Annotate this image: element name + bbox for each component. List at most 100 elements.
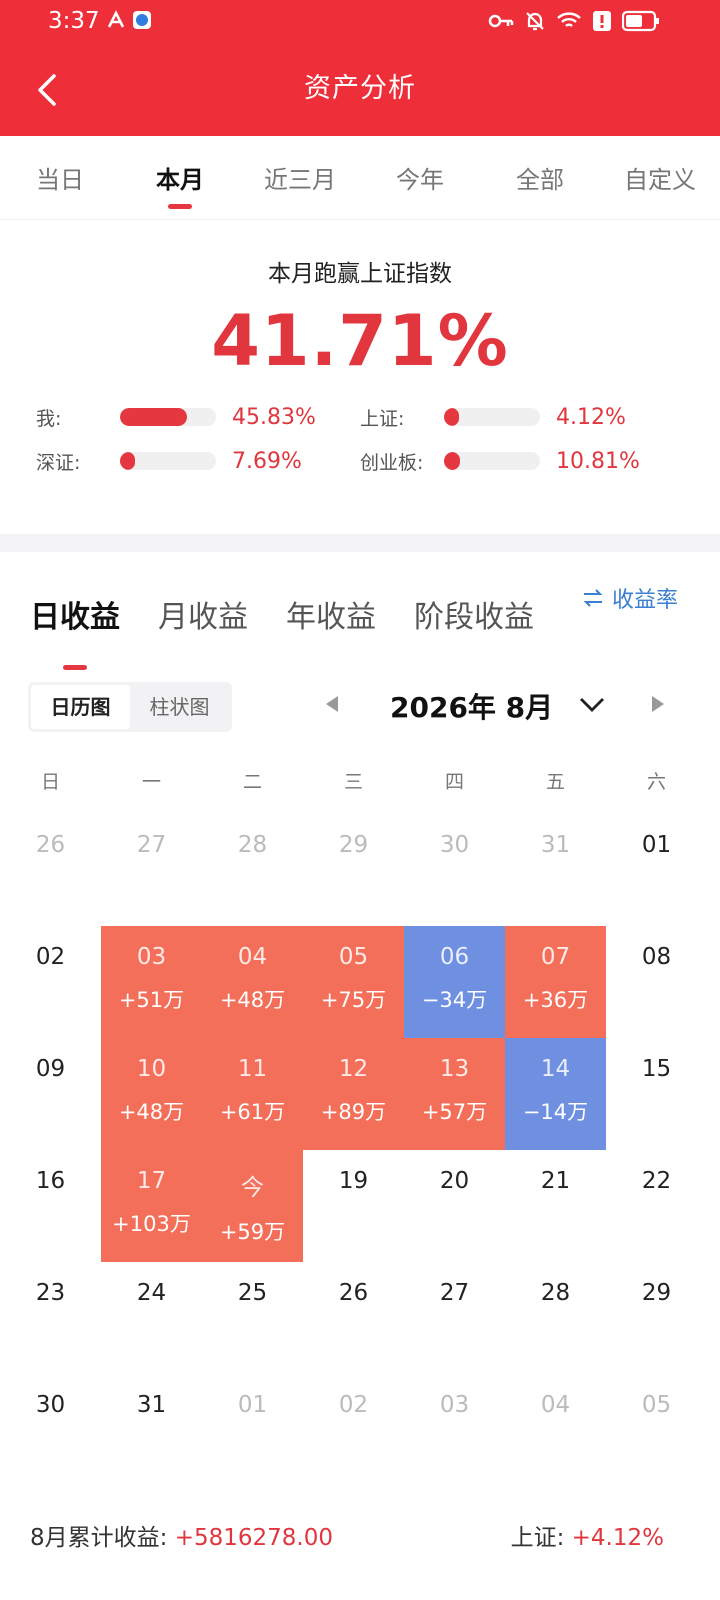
next-month-icon[interactable] [652, 696, 664, 712]
period-tab[interactable]: 自定义 [600, 136, 720, 219]
day-earning: +59万 [219, 1220, 286, 1244]
prev-month-icon[interactable] [326, 696, 338, 712]
earning-tab[interactable]: 日收益 [30, 592, 120, 670]
calendar-day[interactable]: 31 [101, 1374, 202, 1486]
calendar-day[interactable]: 25 [202, 1262, 303, 1374]
period-tab[interactable]: 今年 [360, 136, 480, 219]
calendar-day[interactable]: 16 [0, 1150, 101, 1262]
calendar-day[interactable]: 26 [0, 814, 101, 926]
calendar-day[interactable]: 19 [303, 1150, 404, 1262]
calendar-day[interactable]: 29 [606, 1262, 707, 1374]
calendar-day[interactable]: 06 −34万 [404, 926, 505, 1038]
calendar-day[interactable]: 今 +59万 [202, 1150, 303, 1262]
comparison-row: 我: 45.83% [36, 404, 360, 430]
calendar-day[interactable]: 05 [606, 1374, 707, 1486]
month-total: 8月累计收益: +5816278.00 [30, 1518, 333, 1552]
month-label[interactable]: 2026年 8月 [390, 686, 553, 726]
day-earning: +48万 [219, 988, 286, 1012]
calendar-day[interactable]: 24 [101, 1262, 202, 1374]
calendar-day[interactable]: 15 [606, 1038, 707, 1150]
calendar-day[interactable]: 02 [0, 926, 101, 1038]
day-number: 12 [338, 1056, 369, 1082]
calendar-day[interactable]: 30 [404, 814, 505, 926]
day-number: 11 [237, 1056, 268, 1082]
month-total-value: +5816278.00 [174, 1525, 333, 1551]
period-tab[interactable]: 当日 [0, 136, 120, 219]
rate-toggle[interactable]: 收益率 [582, 582, 678, 614]
calendar-day[interactable]: 21 [505, 1150, 606, 1262]
calendar-controls: 日历图 柱状图 2026年 8月 [0, 644, 720, 764]
day-number: 30 [35, 1392, 66, 1418]
comparison-bar-fill [444, 452, 461, 470]
day-number: 06 [439, 944, 470, 970]
calendar-day[interactable]: 28 [505, 1262, 606, 1374]
vpn-key-icon [488, 14, 514, 28]
calendar-day[interactable]: 22 [606, 1150, 707, 1262]
calendar-day[interactable]: 05 +75万 [303, 926, 404, 1038]
period-tab[interactable]: 全部 [480, 136, 600, 219]
calendar-day[interactable]: 28 [202, 814, 303, 926]
summary-panel: 本月跑赢上证指数 41.71% 我: 45.83% 上证: 4.12% 深证: 7.69%… [0, 220, 720, 534]
earning-tab[interactable]: 阶段收益 [414, 592, 534, 644]
calendar-day[interactable]: 09 [0, 1038, 101, 1150]
earning-tab[interactable]: 年收益 [286, 592, 376, 644]
calendar-day[interactable]: 02 [303, 1374, 404, 1486]
day-number: 03 [136, 944, 167, 970]
calendar-day[interactable]: 08 [606, 926, 707, 1038]
day-number: 27 [439, 1280, 470, 1306]
calendar-day[interactable]: 20 [404, 1150, 505, 1262]
day-earning: +51万 [118, 988, 185, 1012]
comparison-label: 深证: [36, 451, 81, 474]
bar-view-option[interactable]: 柱状图 [130, 685, 229, 729]
comparison-bar-track [444, 452, 540, 470]
weekday-label: 六 [646, 771, 666, 793]
comparison-row: 深证: 7.69% [36, 448, 360, 474]
calendar-day[interactable]: 04 +48万 [202, 926, 303, 1038]
calendar-day[interactable]: 10 +48万 [101, 1038, 202, 1150]
comparison-label: 我: [36, 407, 62, 430]
calendar-day[interactable]: 01 [202, 1374, 303, 1486]
day-number: 04 [237, 944, 268, 970]
earning-tab[interactable]: 月收益 [158, 592, 248, 644]
battery-icon [622, 10, 659, 32]
day-number: 04 [540, 1392, 571, 1418]
day-number: 03 [439, 1392, 470, 1418]
calendar-day[interactable]: 29 [303, 814, 404, 926]
calendar-day[interactable]: 23 [0, 1262, 101, 1374]
day-number: 26 [35, 832, 66, 858]
day-earning: +36万 [522, 988, 589, 1012]
index-change: 上证: +4.12% [511, 1518, 664, 1552]
status-bar: 3:37 [0, 0, 720, 44]
calendar-day[interactable]: 26 [303, 1262, 404, 1374]
calendar-day[interactable]: 30 [0, 1374, 101, 1486]
day-number: 28 [540, 1280, 571, 1306]
calendar-day[interactable]: 04 [505, 1374, 606, 1486]
calendar-day[interactable]: 27 [101, 814, 202, 926]
calendar-day[interactable]: 01 [606, 814, 707, 926]
calendar-view-option[interactable]: 日历图 [31, 685, 130, 729]
day-number: 21 [540, 1168, 571, 1194]
calendar-day[interactable]: 03 +51万 [101, 926, 202, 1038]
calendar-day[interactable]: 11 +61万 [202, 1038, 303, 1150]
calendar-day[interactable]: 27 [404, 1262, 505, 1374]
calendar-day[interactable]: 12 +89万 [303, 1038, 404, 1150]
period-tab[interactable]: 本月 [120, 136, 240, 219]
period-tab[interactable]: 近三月 [240, 136, 360, 219]
day-number: 01 [237, 1392, 268, 1418]
day-number: 05 [641, 1392, 672, 1418]
calendar-day[interactable]: 17 +103万 [101, 1150, 202, 1262]
day-number: 30 [439, 832, 470, 858]
chevron-down-icon[interactable] [578, 690, 606, 718]
day-earning: +48万 [118, 1100, 185, 1124]
day-number: 27 [136, 832, 167, 858]
day-number: 16 [35, 1168, 66, 1194]
day-number: 01 [641, 832, 672, 858]
status-right-icons [488, 10, 660, 32]
day-number: 09 [35, 1056, 66, 1082]
calendar-day[interactable]: 13 +57万 [404, 1038, 505, 1150]
calendar-day[interactable]: 07 +36万 [505, 926, 606, 1038]
calendar-day[interactable]: 14 −14万 [505, 1038, 606, 1150]
calendar-day[interactable]: 31 [505, 814, 606, 926]
day-number: 28 [237, 832, 268, 858]
calendar-day[interactable]: 03 [404, 1374, 505, 1486]
